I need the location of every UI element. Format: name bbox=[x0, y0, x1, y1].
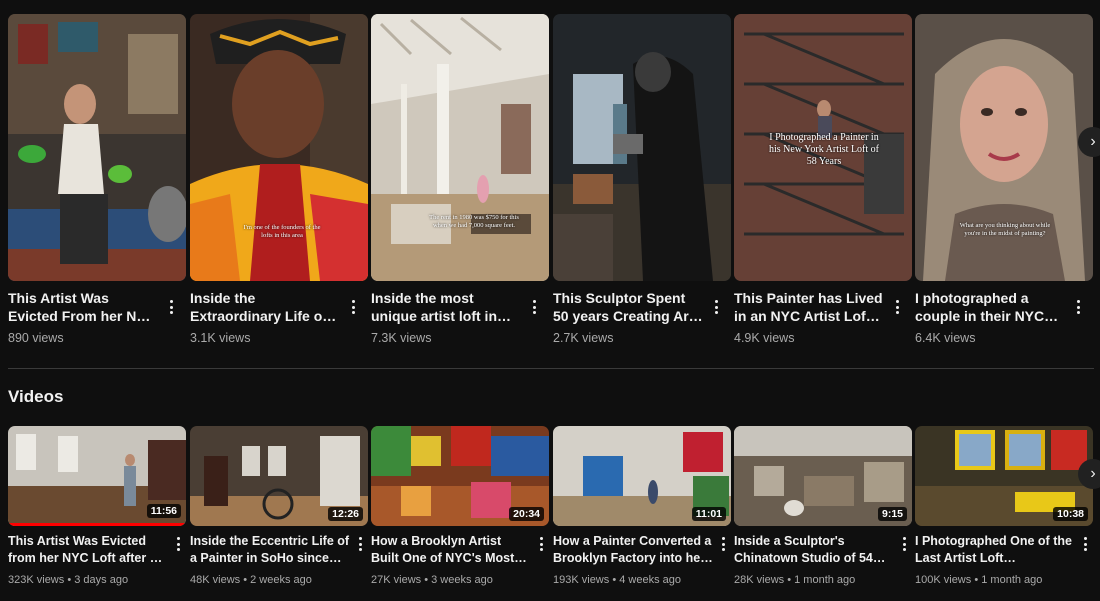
video-card[interactable]: 10:38 I Photographed One of the Last Art… bbox=[915, 426, 1093, 586]
video-age: 2 weeks ago bbox=[250, 574, 312, 586]
video-card[interactable]: 20:34 How a Brooklyn Artist Built One of… bbox=[371, 426, 549, 586]
short-thumbnail[interactable]: I'm one of the founders of the lofts in … bbox=[190, 14, 368, 281]
more-vert-icon[interactable] bbox=[527, 297, 541, 317]
short-title[interactable]: This Painter has Lived in an NYC Artist … bbox=[734, 289, 884, 325]
more-vert-icon[interactable] bbox=[535, 534, 547, 552]
video-thumbnail[interactable]: 9:15 bbox=[734, 426, 912, 526]
short-card[interactable]: This Sculptor Spent 50 years Creating Ar… bbox=[553, 14, 731, 345]
short-thumbnail[interactable]: I Photographed a Painter in his New York… bbox=[734, 14, 912, 281]
video-card[interactable]: 12:26 Inside the Eccentric Life of a Pai… bbox=[190, 426, 368, 586]
video-card[interactable]: 11:01 How a Painter Converted a Brooklyn… bbox=[553, 426, 731, 586]
short-title[interactable]: Inside the most unique artist loft in Br… bbox=[371, 289, 521, 325]
video-metadata: 48K views • 2 weeks ago bbox=[190, 574, 312, 586]
short-card[interactable]: I'm one of the founders of the lofts in … bbox=[190, 14, 368, 345]
more-vert-icon[interactable] bbox=[354, 534, 366, 552]
video-thumbnail[interactable]: 20:34 bbox=[371, 426, 549, 526]
short-views: 890 views bbox=[8, 331, 64, 345]
video-title[interactable]: How a Brooklyn Artist Built One of NYC's… bbox=[371, 533, 531, 567]
short-title[interactable]: I photographed a couple in their NYC art… bbox=[915, 289, 1065, 325]
video-views: 193K views bbox=[553, 574, 610, 586]
short-overlay-caption: I'm one of the founders of the lofts in … bbox=[243, 224, 321, 239]
section-divider bbox=[8, 368, 1094, 369]
short-thumbnail[interactable]: What are you thinking about while you're… bbox=[915, 14, 1093, 281]
video-thumbnail[interactable]: 10:38 bbox=[915, 426, 1093, 526]
video-age: 1 month ago bbox=[794, 574, 856, 586]
video-card[interactable]: 9:15 Inside a Sculptor's Chinatown Studi… bbox=[734, 426, 912, 586]
video-title[interactable]: Inside the Eccentric Life of a Painter i… bbox=[190, 533, 350, 567]
video-thumbnail[interactable]: 12:26 bbox=[190, 426, 368, 526]
short-title[interactable]: This Sculptor Spent 50 years Creating Ar… bbox=[553, 289, 703, 325]
video-duration: 11:01 bbox=[691, 507, 726, 521]
video-metadata: 27K views • 3 weeks ago bbox=[371, 574, 493, 586]
section-title[interactable]: Videos bbox=[8, 387, 63, 407]
video-title[interactable]: Inside a Sculptor's Chinatown Studio of … bbox=[734, 533, 894, 567]
short-overlay-caption: What are you thinking about while you're… bbox=[959, 222, 1051, 237]
more-vert-icon[interactable] bbox=[1071, 297, 1085, 317]
short-thumbnail[interactable] bbox=[8, 14, 186, 281]
video-duration: 11:56 bbox=[146, 504, 181, 518]
more-vert-icon[interactable] bbox=[717, 534, 729, 552]
more-vert-icon[interactable] bbox=[172, 534, 184, 552]
short-views: 2.7K views bbox=[553, 331, 614, 345]
more-vert-icon[interactable] bbox=[1079, 534, 1091, 552]
short-thumbnail[interactable]: The rent in 1980 was $750 for this when … bbox=[371, 14, 549, 281]
short-views: 4.9K views bbox=[734, 331, 795, 345]
video-metadata: 193K views • 4 weeks ago bbox=[553, 574, 682, 586]
video-views: 27K views bbox=[371, 574, 422, 586]
video-duration: 12:26 bbox=[328, 507, 363, 521]
video-age: 1 month ago bbox=[981, 574, 1043, 586]
more-vert-icon[interactable] bbox=[346, 297, 360, 317]
chevron-right-icon[interactable]: › bbox=[1078, 127, 1100, 157]
video-age: 4 weeks ago bbox=[619, 574, 682, 586]
short-overlay-caption: The rent in 1980 was $750 for this when … bbox=[429, 214, 519, 229]
video-duration: 20:34 bbox=[509, 507, 544, 521]
short-overlay-caption: I Photographed a Painter in his New York… bbox=[768, 132, 879, 167]
more-vert-icon[interactable] bbox=[890, 297, 904, 317]
video-duration: 10:38 bbox=[1053, 507, 1088, 521]
video-thumbnail[interactable]: 11:56 bbox=[8, 426, 186, 526]
chevron-right-icon[interactable]: › bbox=[1078, 459, 1100, 489]
short-views: 7.3K views bbox=[371, 331, 432, 345]
video-title[interactable]: I Photographed One of the Last Artist Lo… bbox=[915, 533, 1075, 567]
video-duration: 9:15 bbox=[877, 507, 907, 521]
short-card[interactable]: This Artist Was Evicted From her NYC Lof… bbox=[8, 14, 186, 345]
video-title[interactable]: This Artist Was Evicted from her NYC Lof… bbox=[8, 533, 168, 567]
short-views: 6.4K views bbox=[915, 331, 976, 345]
short-card[interactable]: What are you thinking about while you're… bbox=[915, 14, 1093, 345]
watch-progress-bar bbox=[8, 523, 186, 526]
more-vert-icon[interactable] bbox=[709, 297, 723, 317]
more-vert-icon[interactable] bbox=[898, 534, 910, 552]
video-metadata: 28K views • 1 month ago bbox=[734, 574, 856, 586]
short-title[interactable]: Inside the Extraordinary Life of Brookly… bbox=[190, 289, 340, 325]
short-card[interactable]: The rent in 1980 was $750 for this when … bbox=[371, 14, 549, 345]
shorts-shelf: This Artist Was Evicted From her NYC Lof… bbox=[8, 14, 1094, 354]
video-age: 3 weeks ago bbox=[431, 574, 493, 586]
video-views: 28K views bbox=[734, 574, 785, 586]
video-views: 323K views bbox=[8, 574, 65, 586]
video-thumbnail[interactable]: 11:01 bbox=[553, 426, 731, 526]
video-metadata: 100K views • 1 month ago bbox=[915, 574, 1043, 586]
video-views: 100K views bbox=[915, 574, 972, 586]
short-title[interactable]: This Artist Was Evicted From her NYC Lof… bbox=[8, 289, 158, 325]
videos-shelf: 11:56 This Artist Was Evicted from her N… bbox=[8, 426, 1094, 596]
more-vert-icon[interactable] bbox=[164, 297, 178, 317]
short-thumbnail[interactable] bbox=[553, 14, 731, 281]
video-title[interactable]: How a Painter Converted a Brooklyn Facto… bbox=[553, 533, 713, 567]
video-card[interactable]: 11:56 This Artist Was Evicted from her N… bbox=[8, 426, 186, 586]
video-views: 48K views bbox=[190, 574, 241, 586]
video-metadata: 323K views • 3 days ago bbox=[8, 574, 129, 586]
short-views: 3.1K views bbox=[190, 331, 251, 345]
short-card[interactable]: I Photographed a Painter in his New York… bbox=[734, 14, 912, 345]
video-age: 3 days ago bbox=[74, 574, 129, 586]
